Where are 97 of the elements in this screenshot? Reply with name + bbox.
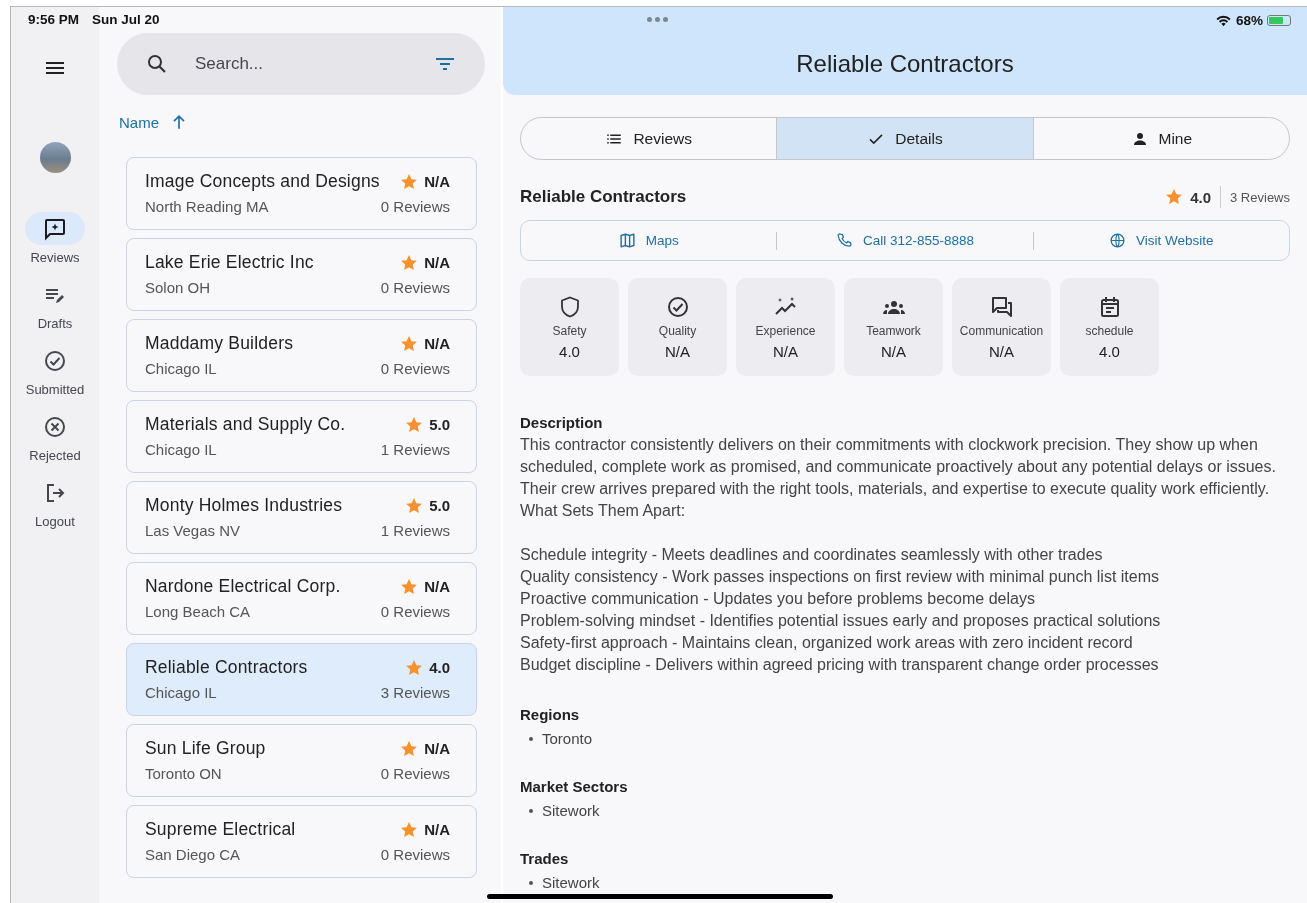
metric-value: N/A [989,343,1014,360]
company-location: North Reading MA [145,198,269,215]
company-name: Image Concepts and Designs [145,171,380,192]
company-card[interactable]: Maddamy Builders N/A Chicago IL 0 Reviews [126,319,477,392]
company-location: San Diego CA [145,846,241,863]
map-icon [618,232,636,249]
nav-item[interactable]: Logout [25,476,85,529]
company-location: Chicago IL [145,684,217,701]
rating-value: N/A [424,254,450,271]
page-title: Reliable Contractors [796,50,1014,78]
rating-value: N/A [424,335,450,352]
cancel-circle-icon [43,414,67,439]
status-date: Sun Jul 20 [92,12,160,27]
company-name: Lake Erie Electric Inc [145,252,314,273]
tab[interactable]: Details [777,118,1034,159]
company-location: Long Beach CA [145,603,251,620]
company-card[interactable]: Image Concepts and Designs N/A North Reading MA 0 Reviews [126,157,477,230]
company-card[interactable]: Nardone Electrical Corp. N/A Long Beach CA 0 Reviews [126,562,477,635]
metric-value: 4.0 [559,343,580,360]
company-card[interactable]: Supreme Electrical N/A San Diego CA 0 Reviews [126,805,477,878]
rating-value: 4.0 [429,659,450,676]
nav-item[interactable]: Submitted [25,344,85,397]
search-field[interactable]: Search... [193,53,409,75]
metric-label: Teamwork [866,324,921,338]
company-name: Supreme Electrical [145,819,296,840]
metric-label: Experience [755,324,816,338]
more-dots-icon[interactable] [647,17,668,22]
rating-value: 5.0 [429,497,450,514]
review-count: 0 Reviews [380,198,450,215]
company-location: Las Vegas NV [145,522,241,539]
review-count: 0 Reviews [380,360,450,377]
section-heading: Market Sectors [520,778,629,795]
company-card[interactable]: Materials and Supply Co. 5.0 Chicago IL 1 Reviews [126,400,477,473]
bullet-icon [529,808,533,813]
metric-value: N/A [881,343,906,360]
review-count: 0 Reviews [380,279,450,296]
company-name: Materials and Supply Co. [145,414,346,435]
list-item-text: Sitework [542,874,600,891]
avatar-photo[interactable] [39,142,71,173]
review-count: 0 Reviews [380,603,450,620]
company-name: Reliable Contractors [145,657,308,678]
chat-plus-icon [43,216,67,241]
company-title: Reliable Contractors [520,187,687,207]
metric-label: Quality [658,324,697,338]
check-circle-icon [665,295,690,319]
review-count: 3 Reviews [380,684,450,701]
metric-label: Communication [959,324,1044,338]
company-card[interactable]: Reliable Contractors 4.0 Chicago IL 3 Reviews [126,643,477,716]
company-location: Solon OH [145,279,211,296]
metric-label: Safety [552,324,587,338]
review-count: 0 Reviews [380,765,450,782]
rating-value: N/A [424,740,450,757]
check-circle-icon [43,348,67,373]
rating-value: N/A [424,821,450,838]
metric-value: N/A [773,343,798,360]
battery-percent: 68% [1235,13,1263,28]
chat-bubbles-icon [989,295,1014,319]
company-name: Monty Holmes Industries [145,495,343,516]
maps-link[interactable]: Maps [521,228,777,253]
company-card[interactable]: Sun Life Group N/A Toronto ON 0 Reviews [126,724,477,797]
globe-icon [1109,232,1127,249]
call-link[interactable]: Call 312-855-8888 [777,228,1033,253]
company-name: Nardone Electrical Corp. [145,576,341,597]
company-name: Maddamy Builders [145,333,294,354]
battery-icon [1267,15,1291,26]
list-item-text: Sitework [542,802,600,819]
company-location: Toronto ON [145,765,222,782]
nav-item[interactable]: Drafts [25,278,85,331]
section-heading: Trades [520,850,570,867]
review-count: 0 Reviews [380,846,450,863]
company-name: Sun Life Group [145,738,266,759]
bullet-icon [529,736,533,741]
metric-value: N/A [665,343,690,360]
rating-value: 5.0 [429,416,450,433]
bullet-icon [529,880,533,885]
description-text: This contractor consistently delivers on their commitments with clockwork precision. They show up when scheduled, complete work as promised, and communicate proactively about any potential delays or issues. Their crew arrives prepared with the right tools, materials, and expertise to execute quality work efficiently. What Sets Them Apart: Schedule integrity - Meets deadlines and coordinates seamlessly with other trades Quality consistency - Work passes inspections on first review with minimal punch list items Proactive communication - Updates you before problems become delays Problem-solving mindset - Identifies potential issues early and proposes practical solutions Safety-first approach - Maintains clean, organized work areas with zero incident record Budget discipline - Delivers within agreed pricing with transparent change order processes [520,435,1277,675]
rating-value: N/A [424,173,450,190]
rating-value: N/A [424,578,450,595]
status-time: 9:56 PM [28,12,80,27]
review-count: 1 Reviews [380,441,450,458]
company-location: Chicago IL [145,360,217,377]
list-item-text: Toronto [542,730,593,747]
rating-value: 4.0 [1190,188,1212,206]
company-card[interactable]: Lake Erie Electric Inc N/A Solon OH 0 Reviews [126,238,477,311]
nav-item[interactable]: Rejected [25,410,85,463]
review-count: 1 Reviews [380,522,450,539]
metric-value: 4.0 [1099,343,1120,360]
website-link[interactable]: Visit Website [1033,228,1289,253]
section-heading: Regions [520,706,581,723]
review-count: 3 Reviews [1230,189,1290,205]
company-location: Chicago IL [145,441,217,458]
sort-button[interactable]: Name [119,112,189,132]
phone-icon [835,232,853,249]
metric-label: schedule [1085,324,1134,338]
company-card[interactable]: Monty Holmes Industries 5.0 Las Vegas NV 1 Reviews [126,481,477,554]
tab[interactable]: Mine [1033,118,1289,159]
section-heading: Description [520,414,604,431]
